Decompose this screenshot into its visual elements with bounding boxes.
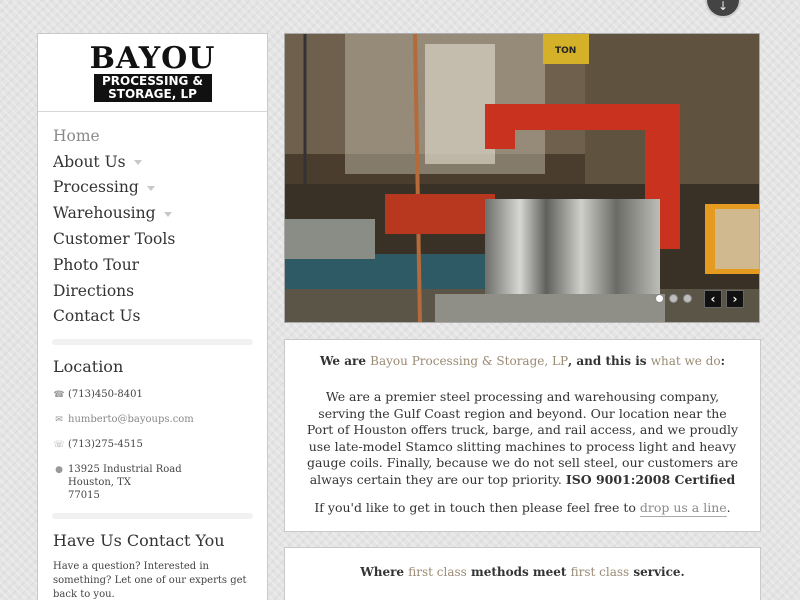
slider-dot[interactable] [669,294,678,303]
company-name: Bayou Processing & Storage, LP [370,354,569,368]
cta-suffix: . [726,500,731,515]
logo-subtitle: PROCESSING & STORAGE, LP [93,73,212,102]
nav-item-label: Warehousing [53,204,156,223]
nav-item-label: Contact Us [53,307,141,326]
tagline-highlight: first class [570,565,630,579]
address: 13925 Industrial Road Houston, TX 77015 [68,463,182,502]
slider-pagination [655,294,692,303]
drop-us-a-line-link[interactable]: drop us a line [639,500,727,517]
fax-icon: ☏ [53,440,65,451]
tagline-part: service. [629,565,685,579]
logo-subtitle-line2: STORAGE, LP [108,86,197,101]
fax-number: (713)275-4515 [68,439,143,451]
certification-text: ISO 9001:2008 Certified [565,471,736,487]
nav-item-home[interactable]: Home [53,123,267,149]
nav-item-customer-tools[interactable]: Customer Tools [53,226,267,252]
lead-prefix: We are [319,354,371,368]
company-logo[interactable]: BAYOU PROCESSING & STORAGE, LP [90,41,214,104]
lead-middle: , and this is [568,354,651,368]
caret-down-icon [146,185,155,191]
nav-item-about-us[interactable]: About Us [53,149,267,175]
phone-icon: ☎ [53,390,65,401]
tagline: Where first class methods meet first cla… [285,565,760,579]
nav-item-directions[interactable]: Directions [53,278,267,304]
contact-section-blurb: Have a question? Interested in something… [53,561,247,600]
sidebar: BAYOU PROCESSING & STORAGE, LP Home Abou… [37,33,268,600]
phone-number[interactable]: (713)450-8401 [68,388,143,402]
chevron-right-icon: › [732,292,738,306]
address-line: 13925 Industrial Road [68,464,182,476]
intro-lead: We are Bayou Processing & Storage, LP, a… [305,354,740,368]
email-link[interactable]: humberto@bayoups.com [68,413,194,427]
map-pin-icon: ● [55,465,63,476]
address-line: Houston, TX [68,477,131,489]
tagline-part: methods meet [466,565,571,579]
nav-item-label: About Us [53,152,126,171]
nav-item-label: Home [53,126,100,145]
address-line: 77015 [68,490,100,502]
cta-prefix: If you'd like to get in touch then pleas… [314,500,640,515]
lead-suffix: : [720,354,726,368]
intro-paragraph: We are a premier steel processing and wa… [305,389,740,488]
fax-row: ☏ (713)275-4515 [53,438,267,452]
scroll-top-badge[interactable]: ↓ [705,0,741,18]
image-slider[interactable]: TON [284,33,760,323]
warehouse-photo: TON [285,34,759,322]
main-nav: Home About Us Processing Warehousing Cus… [38,112,267,329]
envelope-icon: ✉ [55,415,63,426]
nav-item-contact-us[interactable]: Contact Us [53,304,267,330]
nav-item-warehousing[interactable]: Warehousing [53,200,267,226]
crane-sign-text: TON [555,46,576,56]
logo-container: BAYOU PROCESSING & STORAGE, LP [38,34,267,112]
intro-box: We are Bayou Processing & Storage, LP, a… [284,339,761,532]
caret-down-icon [133,160,142,166]
caret-down-icon [163,211,172,217]
arrow-down-icon: ↓ [717,0,729,13]
tagline-box: Where first class methods meet first cla… [284,547,761,600]
nav-item-label: Photo Tour [53,255,140,274]
what-we-do-text: what we do [650,354,721,368]
slider-dot[interactable] [683,294,692,303]
contact-section-title: Have Us Contact You [53,531,225,551]
nav-item-label: Directions [53,281,135,300]
chevron-left-icon: ‹ [710,292,716,306]
slider-next-button[interactable]: › [726,290,744,308]
nav-item-label: Customer Tools [53,230,176,249]
location-details: ☎ (713)450-8401 ✉ humberto@bayoups.com ☏… [38,376,267,502]
nav-item-photo-tour[interactable]: Photo Tour [53,252,267,278]
tagline-highlight: first class [408,565,467,579]
phone-row: ☎ (713)450-8401 [53,388,267,402]
address-row: ● 13925 Industrial Road Houston, TX 7701… [53,463,267,502]
logo-subtitle-line1: PROCESSING & [102,73,203,88]
email-row: ✉ humberto@bayoups.com [53,413,267,427]
slider-dot[interactable] [655,294,664,303]
contact-cta: If you'd like to get in touch then pleas… [305,500,740,517]
tagline-part: Where [360,565,409,579]
slider-prev-button[interactable]: ‹ [704,290,722,308]
nav-item-label: Processing [53,178,139,197]
logo-wordmark: BAYOU [89,40,216,76]
location-title: Location [53,357,124,377]
nav-item-processing[interactable]: Processing [53,175,267,201]
